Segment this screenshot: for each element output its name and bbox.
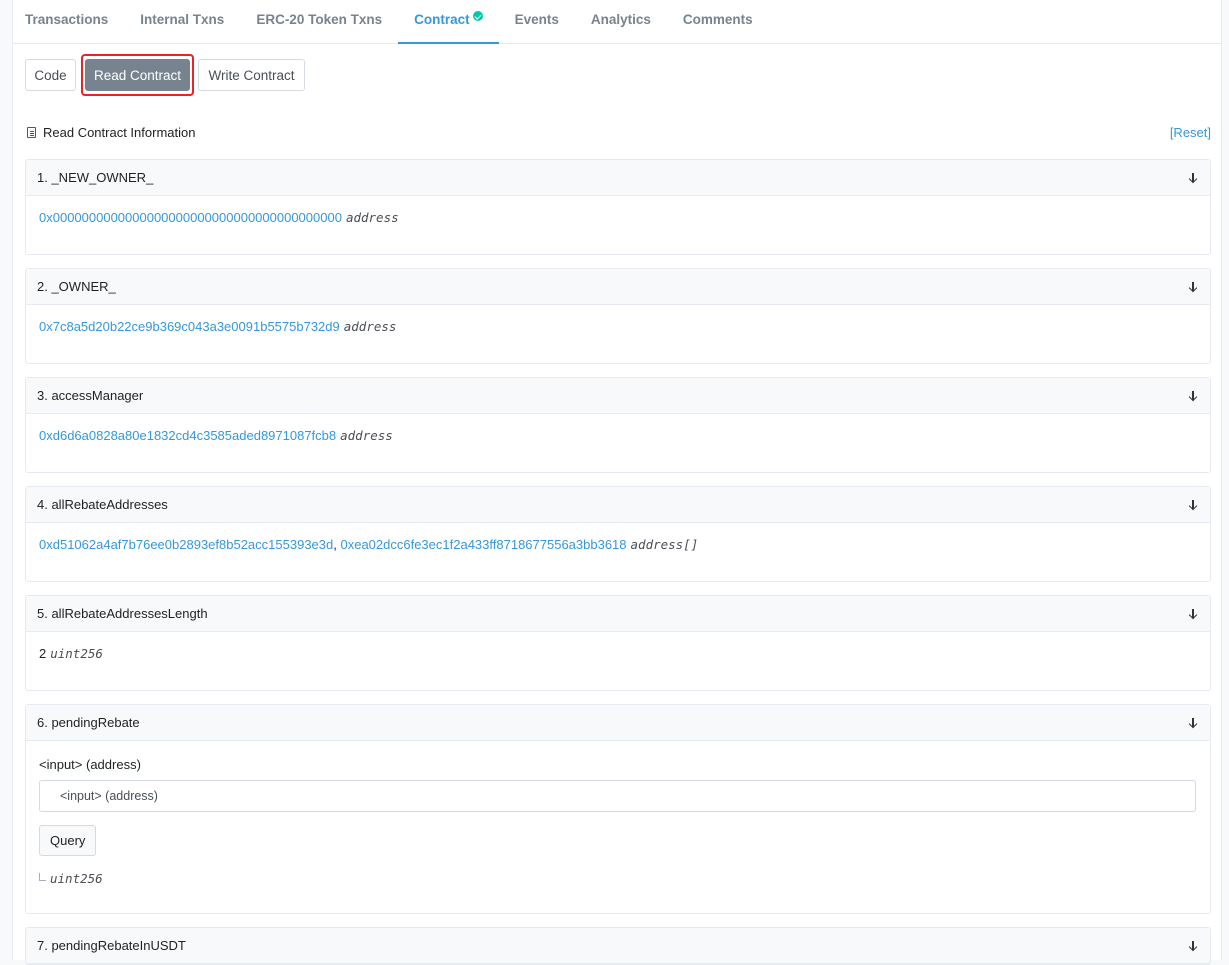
tab-transactions[interactable]: Transactions xyxy=(13,0,124,44)
tab-label: Internal Txns xyxy=(140,12,225,27)
code-button[interactable]: Code xyxy=(25,59,76,91)
arrow-down-icon xyxy=(1187,939,1199,953)
function-result: 0x7c8a5d20b22ce9b369c043a3e0091b5575b732… xyxy=(26,305,1210,363)
arrow-down-icon xyxy=(1187,171,1199,185)
tree-corner-icon xyxy=(39,872,46,881)
document-icon xyxy=(27,127,36,138)
address-link[interactable]: 0xd6d6a0828a80e1832cd4c3585aded8971087fc… xyxy=(39,428,336,443)
return-type: uint256 xyxy=(50,871,103,886)
tab-label: Events xyxy=(514,12,559,27)
query-button[interactable]: Query xyxy=(39,825,97,856)
return-type: uint256 xyxy=(50,646,103,661)
function-header[interactable]: 6. pendingRebate xyxy=(26,705,1210,741)
function-name: 3. accessManager xyxy=(37,388,144,403)
address-link[interactable]: 0xd51062a4af7b76ee0b2893ef8b52acc155393e… xyxy=(39,537,333,552)
function-panel: 2. _OWNER_ 0x7c8a5d20b22ce9b369c043a3e00… xyxy=(25,268,1211,364)
function-panel: 6. pendingRebate <input> (address) Query… xyxy=(25,704,1211,914)
separator: , xyxy=(333,537,337,552)
tab-label: Comments xyxy=(682,12,753,27)
function-name: 5. allRebateAddressesLength xyxy=(37,606,208,621)
function-name: 7. pendingRebateInUSDT xyxy=(37,938,186,953)
read-contract-button[interactable]: Read Contract xyxy=(85,59,190,91)
function-result: 0xd6d6a0828a80e1832cd4c3585aded8971087fc… xyxy=(26,414,1210,472)
function-name: 2. _OWNER_ xyxy=(37,279,116,294)
input-label: <input> (address) xyxy=(39,757,141,772)
return-type: address[] xyxy=(630,537,699,552)
function-result: 0xd51062a4af7b76ee0b2893ef8b52acc155393e… xyxy=(26,523,1210,581)
tab-comments[interactable]: Comments xyxy=(667,0,769,44)
function-panel: 1. _NEW_OWNER_ 0x00000000000000000000000… xyxy=(25,159,1211,255)
arrow-down-icon xyxy=(1187,607,1199,621)
tab-label: Contract xyxy=(414,12,470,27)
function-result: 0x00000000000000000000000000000000000000… xyxy=(26,196,1210,254)
address-link[interactable]: 0x7c8a5d20b22ce9b369c043a3e0091b5575b732… xyxy=(39,319,340,334)
function-name: 6. pendingRebate xyxy=(37,715,140,730)
arrow-down-icon xyxy=(1187,280,1199,294)
return-type: address xyxy=(343,319,397,334)
function-panel: 5. allRebateAddressesLength 2 uint256 xyxy=(25,595,1211,691)
function-result: 2 uint256 xyxy=(26,632,1210,690)
result-value: 2 xyxy=(39,646,47,661)
tab-events[interactable]: Events xyxy=(499,0,575,44)
reset-link[interactable]: [Reset] xyxy=(1170,125,1211,140)
read-contract-info-row: Read Contract Information [Reset] xyxy=(27,125,1211,140)
tab-bar: Transactions Internal Txns ERC-20 Token … xyxy=(13,0,1221,44)
function-panel: 4. allRebateAddresses 0xd51062a4af7b76ee… xyxy=(25,486,1211,582)
tab-label: Transactions xyxy=(25,12,109,27)
function-panel: 3. accessManager 0xd6d6a0828a80e1832cd4c… xyxy=(25,377,1211,473)
read-contract-title-text: Read Contract Information xyxy=(43,125,196,140)
arrow-down-icon xyxy=(1187,716,1199,730)
return-type: address xyxy=(345,210,399,225)
tab-label: Analytics xyxy=(590,12,651,27)
highlight-box: Read Contract xyxy=(81,54,194,96)
function-header[interactable]: 1. _NEW_OWNER_ xyxy=(26,160,1210,196)
function-header[interactable]: 7. pendingRebateInUSDT xyxy=(26,928,1210,964)
function-name: 1. _NEW_OWNER_ xyxy=(37,170,154,185)
contract-subnav: Code Read Contract Write Contract xyxy=(25,54,305,96)
contract-card: Transactions Internal Txns ERC-20 Token … xyxy=(12,0,1222,965)
function-panel: 7. pendingRebateInUSDT xyxy=(25,927,1211,965)
function-header[interactable]: 4. allRebateAddresses xyxy=(26,487,1210,523)
function-form: <input> (address) Query uint256 xyxy=(26,741,1210,913)
tab-contract[interactable]: Contract xyxy=(398,0,499,44)
verified-check-icon xyxy=(472,11,483,21)
function-header[interactable]: 3. accessManager xyxy=(26,378,1210,414)
function-header[interactable]: 2. _OWNER_ xyxy=(26,269,1210,305)
address-link[interactable]: 0x00000000000000000000000000000000000000… xyxy=(39,210,342,225)
function-header[interactable]: 5. allRebateAddressesLength xyxy=(26,596,1210,632)
tab-label: ERC-20 Token Txns xyxy=(256,12,383,27)
arrow-down-icon xyxy=(1187,498,1199,512)
read-contract-title: Read Contract Information xyxy=(27,125,195,140)
tab-internal-txns[interactable]: Internal Txns xyxy=(124,0,240,44)
tab-analytics[interactable]: Analytics xyxy=(575,0,667,44)
return-type: address xyxy=(340,428,393,443)
function-name: 4. allRebateAddresses xyxy=(37,497,168,512)
address-input[interactable] xyxy=(39,780,1196,812)
tab-erc20-token-txns[interactable]: ERC-20 Token Txns xyxy=(240,0,398,44)
write-contract-button[interactable]: Write Contract xyxy=(198,59,305,91)
arrow-down-icon xyxy=(1187,389,1199,403)
return-row: uint256 xyxy=(39,871,1197,886)
address-link[interactable]: 0xea02dcc6fe3ec1f2a433ff8718677556a3bb36… xyxy=(340,537,626,552)
